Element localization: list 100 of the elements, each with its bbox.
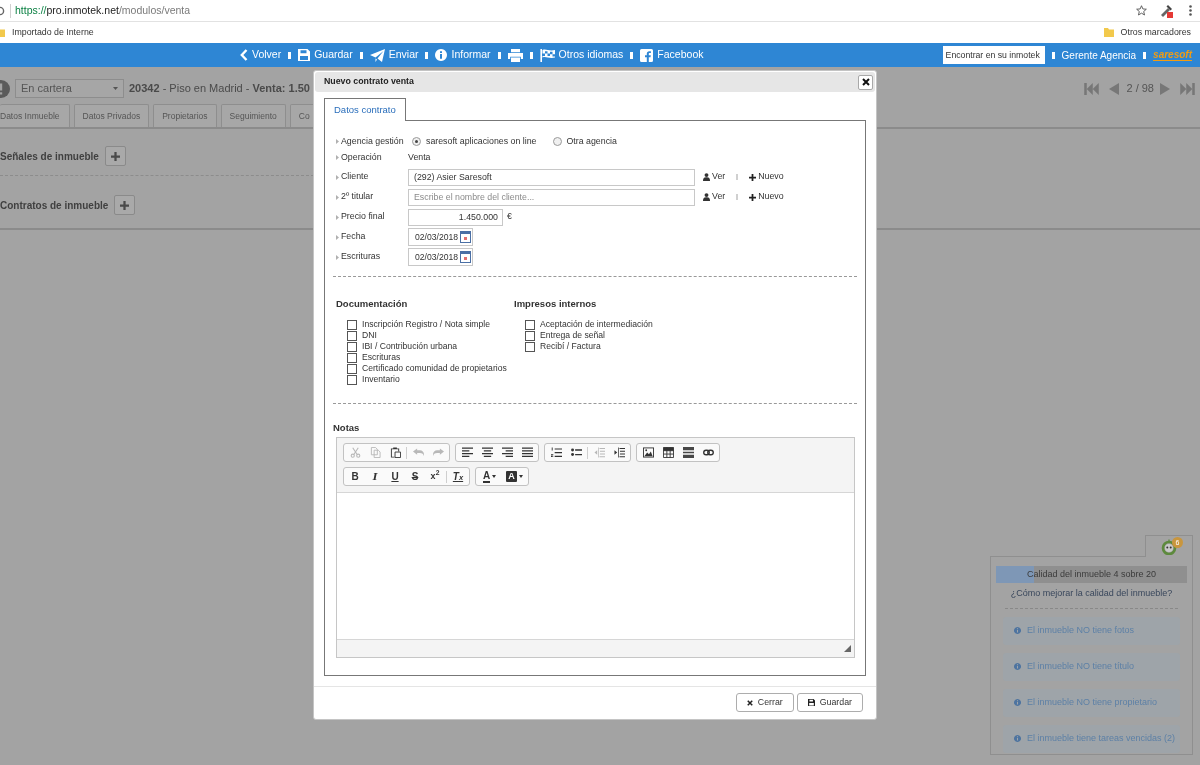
outdent-icon <box>593 447 605 458</box>
clipboard-icon <box>389 447 401 458</box>
italic-button[interactable]: I <box>365 468 385 485</box>
field-label: Agencia gestión <box>341 134 404 148</box>
client-search-field[interactable]: Escribe el nombre del cliente... <box>408 188 695 206</box>
folder-icon <box>1103 28 1114 37</box>
caret-icon <box>336 174 339 180</box>
caret-icon <box>492 475 497 478</box>
plus-icon <box>120 200 130 210</box>
send-button[interactable]: Enviar <box>369 47 419 63</box>
resize-grip-icon[interactable] <box>844 645 851 652</box>
price-input[interactable]: 1.450.000 <box>408 208 503 226</box>
checkbox-label: Entrega de señal <box>540 329 605 342</box>
page-counter: 2 / 98 <box>1126 81 1154 97</box>
checkbox-label: Certificado comunidad de propietarios <box>362 362 507 375</box>
search-input[interactable]: Encontrar en su inmotek <box>942 46 1045 64</box>
curved-arrow-left-icon <box>412 447 424 458</box>
date-field[interactable]: 02/03/2018 <box>408 228 473 246</box>
add-button[interactable] <box>104 146 126 166</box>
close-dialog-button[interactable]: Cerrar <box>735 693 794 712</box>
client-search-field[interactable]: (292) Asier Saresoft <box>408 168 695 186</box>
calendar-icon[interactable] <box>460 231 471 243</box>
bold-button[interactable]: B <box>345 468 365 485</box>
checkbox[interactable] <box>525 341 535 352</box>
back-button[interactable]: Volver <box>240 47 282 63</box>
field-label: Escrituras <box>341 250 381 264</box>
checkbox[interactable] <box>525 330 535 341</box>
checkbox[interactable] <box>347 352 357 363</box>
other-bookmarks-button[interactable]: Otros marcadores <box>1103 25 1191 40</box>
quality-title: Calidad del inmueble 4 sobre 20 <box>1026 567 1157 581</box>
dialog-title: Nuevo contrato venta <box>324 75 414 89</box>
field-label: Fecha <box>341 230 366 244</box>
field-label: Operación <box>341 150 382 164</box>
checkbox-label: Inscripción Registro / Nota simple <box>362 318 490 331</box>
new-link[interactable]: Nuevo <box>749 190 784 204</box>
checkbox[interactable] <box>525 319 535 330</box>
underline-button[interactable]: U <box>385 468 405 485</box>
checkbox-label: Aceptación de intermediación <box>540 318 653 331</box>
user-menu[interactable]: Gerente Agencia <box>1061 47 1137 63</box>
view-link[interactable]: Ver <box>703 170 726 184</box>
align-right-icon <box>501 447 513 458</box>
caret-icon <box>336 139 339 144</box>
property-heading: 20342 - Piso en Madrid - Venta: 1.50 <box>129 81 310 97</box>
chevron-left-icon <box>240 49 248 61</box>
print-button[interactable] <box>507 48 523 62</box>
field-label: Precio final <box>341 210 385 224</box>
info-icon <box>1014 663 1021 670</box>
reload-icon[interactable] <box>0 5 5 16</box>
currency-unit: € <box>507 210 512 224</box>
justify-icon <box>521 447 533 458</box>
checkbox[interactable] <box>347 319 357 330</box>
bookmark-item[interactable]: Importado de Interne <box>12 25 94 40</box>
user-icon <box>703 173 710 181</box>
view-link[interactable]: Ver <box>703 190 726 204</box>
new-link[interactable]: Nuevo <box>749 170 784 184</box>
checkbox[interactable] <box>347 374 357 385</box>
calendar-icon[interactable] <box>460 251 471 263</box>
checkbox[interactable] <box>347 363 357 374</box>
superscript-button[interactable]: x$^{2}$ <box>425 468 445 485</box>
menu-icon[interactable] <box>1189 5 1192 16</box>
caret-icon <box>336 155 339 160</box>
dialog-tab[interactable]: Datos contrato <box>324 98 406 121</box>
radio-button[interactable] <box>412 137 421 146</box>
bookmark-star-icon[interactable] <box>1136 5 1147 16</box>
field-label: 2º titular <box>341 190 374 204</box>
dropdown-caret-icon <box>113 87 118 90</box>
close-button[interactable] <box>858 74 873 90</box>
save-button[interactable]: Guardar <box>298 47 353 63</box>
field-label: Cliente <box>341 170 369 184</box>
save-dialog-button[interactable]: Guardar <box>796 693 863 712</box>
close-icon <box>861 78 870 86</box>
align-center-icon <box>481 447 493 458</box>
background-color-button[interactable]: A <box>502 468 527 485</box>
text-color-button[interactable]: A <box>477 468 502 485</box>
alert-icon <box>0 79 10 98</box>
notes-label: Notas <box>333 421 360 436</box>
checkbox-label: IBI / Contribución urbana <box>362 340 458 353</box>
printer-icon <box>507 48 523 62</box>
languages-button[interactable]: Otros idiomas <box>539 47 624 63</box>
info-icon <box>1014 735 1021 742</box>
caret-icon <box>519 475 523 478</box>
checkbox[interactable] <box>347 330 357 341</box>
report-button[interactable]: Informar <box>435 47 491 63</box>
extension-icon[interactable] <box>1160 3 1173 18</box>
date-field[interactable]: 02/03/2018 <box>408 248 473 266</box>
radio-label: Otra agencia <box>566 134 617 148</box>
plus-icon <box>749 173 757 181</box>
remove-format-button[interactable]: T$_{x}$ <box>448 468 468 485</box>
checkbox[interactable] <box>347 341 357 352</box>
checkbox-label: Escrituras <box>362 351 401 364</box>
info-icon <box>1014 627 1021 634</box>
radio-button[interactable] <box>552 137 562 146</box>
quality-help-link[interactable]: ¿Cómo mejorar la calidad del inmueble? <box>1010 587 1173 601</box>
strikethrough-button[interactable]: S <box>405 468 425 485</box>
add-button[interactable] <box>114 195 136 215</box>
folder-icon <box>0 28 5 37</box>
social-button[interactable]: Facebook <box>640 47 704 63</box>
numbered-list-icon <box>550 447 562 458</box>
tip-text: El inmueble NO tiene fotos <box>1027 623 1135 637</box>
checkered-flag-icon <box>539 48 555 62</box>
